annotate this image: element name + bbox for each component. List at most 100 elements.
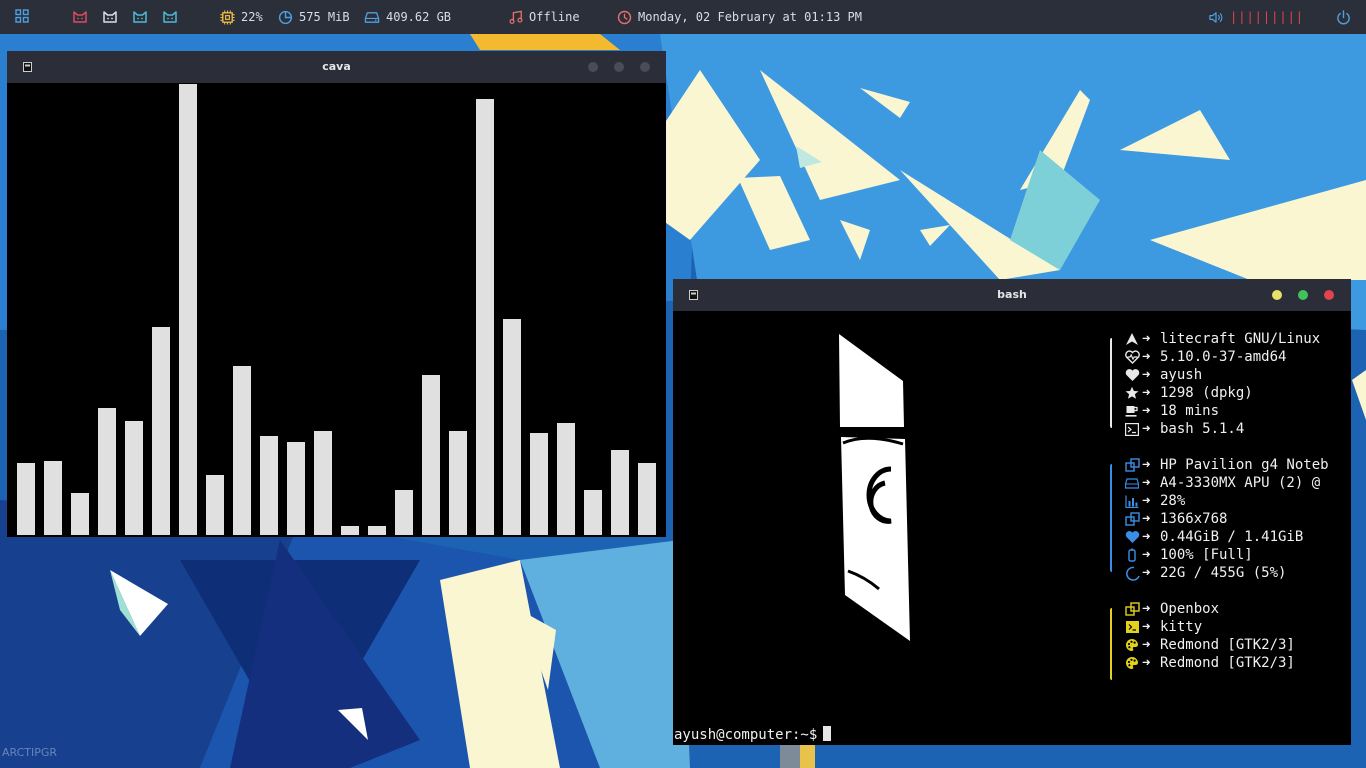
cava-window[interactable]: cava [7,51,666,537]
cava-bar [233,366,251,535]
info-tree-line-1 [1110,338,1112,428]
info-kernel: ➜ 5.10.0-37-amd64 [1124,348,1286,366]
cava-bar [314,431,332,535]
clock-icon [617,10,632,24]
arrow-icon: ➜ [1142,367,1151,383]
cava-bar [530,433,548,535]
star-icon [1124,385,1140,401]
heart-icon [1124,367,1140,383]
cpu-usage: 22% [241,10,263,24]
cava-bar [341,526,359,535]
cava-bar [287,442,305,535]
arch-os-icon [1124,331,1140,347]
wallpaper-watermark: ARCTIPGR [2,746,58,759]
cava-bar [638,463,656,535]
arrow-icon: ➜ [1142,547,1151,563]
drive-icon [1124,475,1140,491]
bash-minimize-button[interactable] [1272,290,1282,300]
disk-widget: 409.62 GB [364,0,451,34]
cava-close-button[interactable] [640,62,650,72]
heartbeat-icon [1124,349,1140,365]
palette-icon [1124,637,1140,653]
windows-stack-icon [1124,511,1140,527]
info-icons: ➜ Redmond [GTK2/3] [1126,654,1295,672]
info-disk: ➜ 22G / 455G (5%) [1125,564,1286,582]
cava-bar [368,526,386,535]
cpu-chip-icon [220,9,235,25]
volume-widget[interactable]: ||||||||| [1208,0,1304,34]
cava-bar [584,490,602,535]
terminal-output[interactable]: ➜ litecraft GNU/Linux ➜ 5.10.0-37-amd64 … [673,311,1351,745]
cava-bar [17,463,35,535]
bash-titlebar[interactable]: bash [673,279,1351,311]
bash-window-title: bash [997,288,1027,301]
cava-visualizer [7,83,666,537]
cava-bar [206,475,224,535]
info-uptime: ➜ 18 mins [1125,402,1219,420]
cava-bar [152,327,170,535]
cava-bar [125,421,143,535]
info-tree-line-3 [1110,608,1112,680]
info-host: ➜ HP Pavilion g4 Noteb [1124,456,1329,474]
hard-drive-icon [364,11,380,23]
music-widget[interactable]: Offline [509,0,580,34]
cava-bar [260,436,278,535]
cava-bar [611,450,629,535]
cava-bar [98,408,116,535]
bar-chart-icon [1124,493,1140,509]
cava-titlebar[interactable]: cava [7,51,666,83]
memory-pie-icon [278,10,293,24]
cava-bar [557,423,575,535]
cava-maximize-button[interactable] [614,62,624,72]
shell-prompt[interactable]: ayush@computer:~$ [674,726,832,743]
prompt-text: ayush@computer:~$ [674,727,818,743]
workspace-2-cat-icon[interactable] [102,9,118,25]
workspace-4-cat-icon[interactable] [162,9,178,25]
cava-bar [503,319,521,535]
top-panel: 22% 575 MiB 409.62 GB Offline Monday, 02… [0,0,1366,34]
arrow-icon: ➜ [1142,331,1151,347]
arrow-icon: ➜ [1142,457,1151,473]
info-resolution: ➜ 1366x768 [1124,510,1227,528]
heart-icon [1124,529,1140,545]
debian-swirl-logo [839,334,910,641]
clock-widget[interactable]: Monday, 02 February at 01:13 PM [617,0,862,34]
arrow-icon: ➜ [1142,385,1151,401]
memory-widget: 575 MiB [278,0,350,34]
terminal-prompt-icon [1124,421,1140,437]
info-tree-line-2 [1110,464,1112,572]
cava-bar [395,490,413,535]
cpu-widget: 22% [220,0,263,34]
info-packages: ➜ 1298 (dpkg) [1125,384,1253,402]
cava-bar [44,461,62,535]
bash-terminal-window[interactable]: bash ➜ litecraft GNU/Linux ➜ 5.10.0-37-a… [673,279,1351,745]
arrow-icon: ➜ [1142,349,1151,365]
arrow-icon: ➜ [1142,655,1151,671]
windows-stack-icon [1124,601,1140,617]
arrow-icon: ➜ [1142,619,1151,635]
cava-bar [449,431,467,535]
volume-level-bars[interactable]: ||||||||| [1230,10,1304,24]
bash-maximize-button[interactable] [1298,290,1308,300]
power-icon[interactable] [1336,10,1351,25]
windows-stack-icon [1124,457,1140,473]
bash-close-button[interactable] [1324,290,1334,300]
cava-bar [476,99,494,535]
info-cpu-usage: ➜ 28% [1125,492,1185,510]
workspace-3-cat-icon[interactable] [132,9,148,25]
volume-speaker-icon [1209,11,1223,23]
cava-bar [71,493,89,535]
arrow-icon: ➜ [1142,529,1151,545]
info-shell: ➜ bash 5.1.4 [1125,420,1244,438]
info-cpu: ➜ A4-3330MX APU (2) @ [1125,474,1320,492]
memory-usage: 575 MiB [299,10,350,24]
app-grid-icon[interactable] [15,9,29,23]
info-os: ➜ litecraft GNU/Linux [1126,330,1320,348]
moon-pie-icon [1124,565,1140,581]
info-battery: ➜ 100% [Full] [1128,546,1253,564]
info-memory: ➜ 0.44GiB / 1.41GiB [1125,528,1303,546]
info-user: ➜ ayush [1125,366,1202,384]
cava-minimize-button[interactable] [588,62,598,72]
palette-icon [1124,655,1140,671]
workspace-1-cat-icon[interactable] [72,9,88,25]
